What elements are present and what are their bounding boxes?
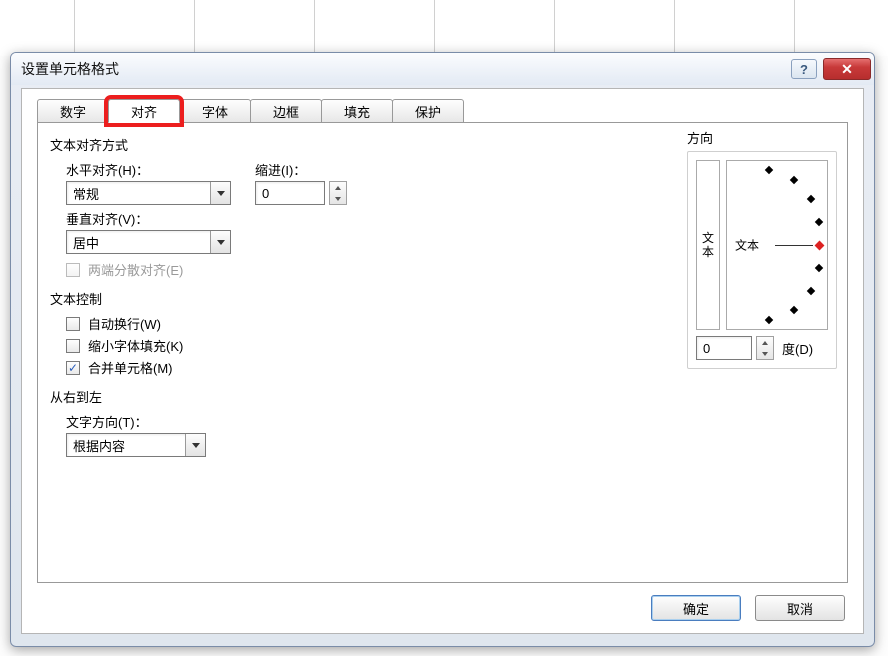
tab-number[interactable]: 数字 [37, 99, 109, 123]
shrink-label: 缩小字体填充(K) [88, 336, 183, 355]
dialog-body: 数字 对齐 字体 边框 填充 保护 文本对齐方式 水平对齐(H)： 缩进(I)： [21, 88, 864, 634]
degrees-label: 度(D) [782, 339, 813, 358]
tab-protect[interactable]: 保护 [392, 99, 464, 123]
text-direction-select[interactable] [66, 433, 206, 457]
orientation-text-label: 文本 [735, 237, 759, 254]
chevron-down-icon[interactable] [757, 348, 773, 359]
tab-alignment[interactable]: 对齐 [108, 99, 180, 123]
indent-stepper[interactable] [329, 181, 347, 205]
dialog-title: 设置单元格格式 [21, 59, 119, 79]
vertical-text-button[interactable]: 文本 [696, 160, 720, 330]
h-align-select[interactable] [66, 181, 231, 205]
indent-input[interactable]: 0 [255, 181, 325, 205]
distributed-label: 两端分散对齐(E) [88, 260, 183, 279]
tab-border[interactable]: 边框 [250, 99, 322, 123]
format-cells-dialog: 设置单元格格式 ? ✕ 数字 对齐 字体 边框 填充 保护 文本对齐方式 水平对… [10, 52, 875, 647]
text-direction-label: 文字方向(T)： [66, 412, 835, 431]
indent-label: 缩进(I)： [255, 160, 347, 179]
v-align-input[interactable] [66, 230, 231, 254]
orientation-current-dot [815, 241, 825, 251]
merge-label: 合并单元格(M) [88, 358, 173, 377]
alignment-page: 文本对齐方式 水平对齐(H)： 缩进(I)： 0 [37, 122, 848, 583]
orientation-section: 方向 [687, 128, 837, 147]
cancel-button[interactable]: 取消 [755, 595, 845, 621]
h-align-input[interactable] [66, 181, 231, 205]
degrees-input[interactable]: 0 [696, 336, 752, 360]
rtl-section: 从右到左 [50, 387, 835, 406]
chevron-down-icon[interactable] [330, 193, 346, 204]
close-icon: ✕ [841, 61, 853, 78]
help-button[interactable]: ? [791, 59, 817, 79]
dialog-titlebar[interactable]: 设置单元格格式 ? ✕ [11, 53, 874, 85]
wrap-label: 自动换行(W) [88, 314, 161, 333]
shrink-checkbox[interactable] [66, 339, 80, 353]
h-align-label: 水平对齐(H)： [66, 160, 231, 179]
orientation-panel: 方向 文本 文本 [687, 128, 837, 369]
tab-fill[interactable]: 填充 [321, 99, 393, 123]
orientation-dial[interactable]: 文本 [726, 160, 828, 330]
close-button[interactable]: ✕ [823, 58, 871, 80]
degrees-stepper[interactable] [756, 336, 774, 360]
v-align-select[interactable] [66, 230, 231, 254]
chevron-down-icon[interactable] [210, 231, 230, 253]
wrap-checkbox[interactable] [66, 317, 80, 331]
vertical-text-label: 文本 [702, 231, 714, 260]
spreadsheet-background [0, 0, 888, 56]
chevron-up-icon[interactable] [757, 337, 773, 348]
ok-button[interactable]: 确定 [651, 595, 741, 621]
tab-font[interactable]: 字体 [179, 99, 251, 123]
merge-checkbox[interactable] [66, 361, 80, 375]
chevron-up-icon[interactable] [330, 182, 346, 193]
tab-strip: 数字 对齐 字体 边框 填充 保护 [37, 99, 463, 123]
chevron-down-icon[interactable] [210, 182, 230, 204]
chevron-down-icon[interactable] [185, 434, 205, 456]
distributed-checkbox [66, 263, 80, 277]
orientation-needle [775, 245, 813, 246]
